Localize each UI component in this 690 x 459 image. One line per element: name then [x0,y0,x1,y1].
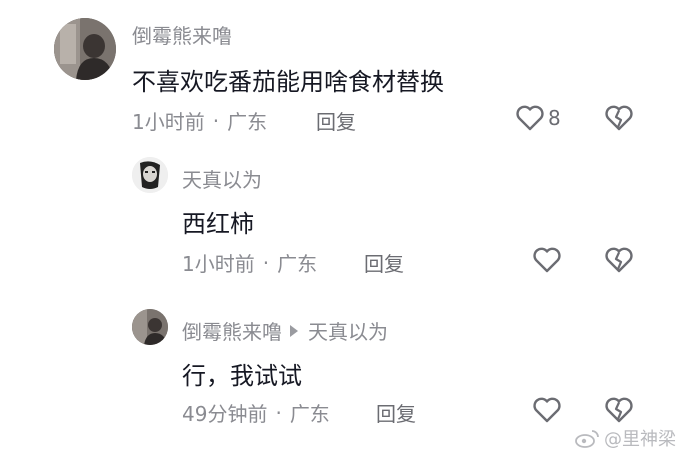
comment-meta: 1小时前 · 广东 [182,248,317,277]
avatar-image [132,157,168,193]
comment-meta: 1小时前 · 广东 [132,106,267,135]
reply-button[interactable]: 回复 [316,106,356,135]
dislike-button[interactable] [604,104,634,132]
avatar[interactable] [54,18,116,80]
comment-location: 广东 [289,402,330,426]
weibo-icon [575,430,599,448]
like-count: 8 [548,106,561,130]
comment-time: 49分钟前 [182,402,268,426]
like-button[interactable] [532,246,562,274]
separator-dot: · [212,108,220,133]
reply-button[interactable]: 回复 [376,398,416,427]
heart-outline-icon [516,105,544,131]
comment-username[interactable]: 倒霉熊来噜 [132,20,232,49]
avatar-image [54,18,116,80]
comment-location: 广东 [227,110,268,134]
separator-dot: · [262,250,270,275]
avatar-image [132,309,168,345]
triangle-right-icon [290,324,298,337]
comment-username[interactable]: 倒霉熊来噜 [182,316,282,345]
comment-text: 不喜欢吃番茄能用啥食材替换 [132,68,444,96]
dislike-button[interactable] [604,396,634,424]
comment-time: 1小时前 [132,110,205,134]
comment-time: 1小时前 [182,252,255,276]
comment-location: 广东 [277,252,318,276]
watermark: @里神梁 [574,425,676,451]
reply-name-row: 倒霉熊来噜 天真以为 [182,316,388,345]
heart-outline-icon [533,247,561,273]
reply-to-username[interactable]: 天真以为 [308,316,388,345]
comment-username[interactable]: 天真以为 [182,164,262,193]
comment-meta: 49分钟前 · 广东 [182,398,330,427]
avatar[interactable] [132,157,168,193]
separator-dot: · [275,400,282,425]
heart-outline-icon [533,397,561,423]
avatar[interactable] [132,309,168,345]
broken-heart-icon [605,105,633,131]
dislike-button[interactable] [604,246,634,274]
comment-text: 行，我试试 [182,362,302,390]
broken-heart-icon [605,397,633,423]
comment-text: 西红柿 [182,210,254,238]
reply-button[interactable]: 回复 [364,248,404,277]
broken-heart-icon [605,247,633,273]
watermark-text: @里神梁 [604,429,676,450]
like-button[interactable]: 8 [515,104,561,132]
like-button[interactable] [532,396,562,424]
